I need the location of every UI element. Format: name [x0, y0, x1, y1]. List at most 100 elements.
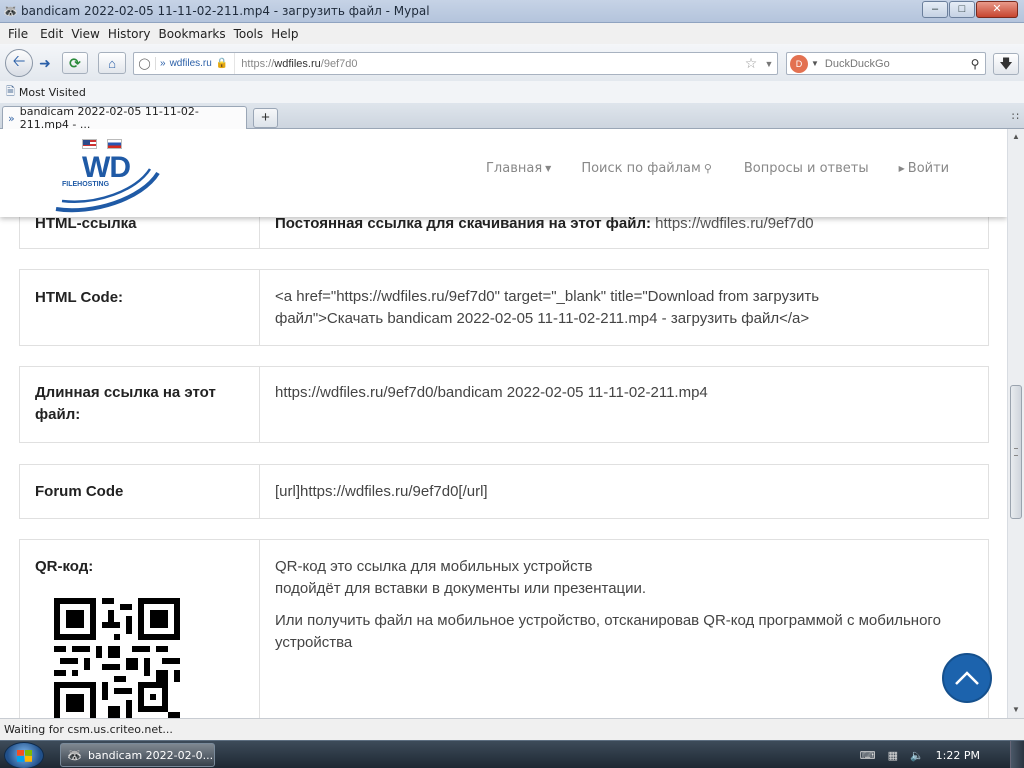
chevron-up-icon	[955, 671, 979, 685]
network-icon[interactable]: ▦	[888, 749, 898, 762]
site-logo[interactable]: WD FILEHOSTING	[52, 151, 160, 215]
show-desktop-button[interactable]	[1010, 741, 1024, 768]
minimize-button[interactable]: –	[922, 1, 948, 18]
lock-icon: 🔒	[215, 58, 229, 69]
home-button[interactable]: ⌂	[98, 52, 126, 74]
qr-text-line3: Или получить файл на мобильное устройств…	[275, 612, 941, 651]
clock[interactable]: 1:22 PM	[936, 749, 980, 762]
qr-label-cell: QR-код:	[20, 540, 260, 718]
qr-text-line1: QR-код это ссылка для мобильных устройст…	[275, 558, 593, 575]
nav-search-files[interactable]: Поиск по файлам ⚲	[581, 161, 712, 176]
reload-button[interactable]: ⟳	[62, 52, 88, 74]
taskbar: 🦝 bandicam 2022-02-0... ⌨ ▦ 🔈 1:22 PM	[0, 740, 1024, 768]
search-icon: ⚲	[703, 162, 712, 175]
nav-home[interactable]: Главная ▼	[486, 161, 551, 176]
scroll-down-icon[interactable]: ▼	[1008, 702, 1024, 718]
search-icon[interactable]: ⚲	[965, 57, 985, 71]
tab-strip: » bandicam 2022-02-05 11-11-02-211.mp4 -…	[0, 103, 1024, 131]
start-button[interactable]	[4, 742, 44, 768]
search-bar[interactable]: D ▼ DuckDuckGo ⚲	[786, 52, 986, 75]
menu-help[interactable]: Help	[267, 27, 302, 41]
nav-login[interactable]: ▶ Войти	[899, 161, 950, 176]
forum-code-value[interactable]: [url]https://wdfiles.ru/9ef7d0[/url]	[260, 465, 988, 518]
back-button[interactable]: 🡠	[5, 49, 33, 77]
menu-history[interactable]: History	[104, 27, 155, 41]
reload-icon: ⟳	[69, 54, 81, 71]
download-button[interactable]: 🡇	[993, 53, 1019, 75]
table-row-forum-code: Forum Code [url]https://wdfiles.ru/9ef7d…	[19, 464, 989, 519]
home-icon: ⌂	[108, 55, 116, 71]
scrollbar-thumb[interactable]	[1010, 385, 1022, 519]
permalink-caption: Постоянная ссылка для скачивания на этот…	[275, 215, 651, 232]
table-row-qr: QR-код: QR-код это ссылка для мобильных …	[19, 539, 989, 718]
url-text[interactable]: https:// wdfiles.ru /9ef7d0	[234, 53, 741, 74]
mypal-app-icon: 🦝	[3, 4, 18, 18]
permalink-url[interactable]: https://wdfiles.ru/9ef7d0	[651, 215, 813, 232]
site-name: wdfiles.ru	[169, 58, 212, 69]
duckduckgo-icon[interactable]: D	[790, 54, 808, 73]
site-favicon-icon: »	[160, 58, 166, 69]
close-window-button[interactable]: ✕	[976, 1, 1018, 18]
url-bar[interactable]: ◯ » wdfiles.ru 🔒 https:// wdfiles.ru /9e…	[133, 52, 778, 75]
url-host: wdfiles.ru	[274, 57, 321, 70]
bookmark-star-icon[interactable]: ☆	[741, 55, 761, 72]
status-bar: Waiting for csm.us.criteo.net...	[0, 718, 1024, 740]
forward-button[interactable]: ➜	[34, 53, 56, 73]
row-label: Длинная ссылка на этот файл:	[20, 367, 260, 442]
url-dropdown-icon[interactable]: ▼	[761, 59, 777, 69]
system-tray: ⌨ ▦ 🔈 1:22 PM	[860, 741, 1024, 768]
back-to-top-button[interactable]	[942, 653, 992, 703]
menu-tools[interactable]: Tools	[230, 27, 268, 41]
window-titlebar: 🦝 bandicam 2022-02-05 11-11-02-211.mp4 -…	[0, 0, 1024, 23]
taskbar-item-browser[interactable]: 🦝 bandicam 2022-02-0...	[60, 743, 215, 767]
flag-en-icon[interactable]	[82, 139, 97, 149]
site-identity-icon[interactable]: ◯	[134, 57, 156, 70]
menu-edit[interactable]: Edit	[36, 27, 67, 41]
list-all-tabs-icon[interactable]: ∷	[1012, 110, 1019, 123]
maximize-button[interactable]: □	[949, 1, 975, 18]
qr-text-line2: подойдёт для вставки в документы или пре…	[275, 580, 647, 597]
nav-faq-label: Вопросы и ответы	[743, 161, 869, 176]
nav-faq[interactable]: Вопросы и ответы	[744, 161, 869, 176]
nav-login-label: Войти	[907, 161, 950, 176]
bookmark-most-visited[interactable]: Most Visited	[19, 86, 86, 99]
keyboard-icon[interactable]: ⌨	[860, 749, 876, 762]
tab-favicon-icon: »	[8, 111, 15, 125]
nav-search-label: Поиск по файлам	[581, 161, 701, 176]
logo-subtext: FILEHOSTING	[62, 181, 110, 188]
page-content: WD FILEHOSTING Главная ▼ Поиск по файлам…	[0, 129, 1007, 718]
url-path: /9ef7d0	[320, 57, 358, 70]
menu-bookmarks[interactable]: Bookmarks	[155, 27, 230, 41]
status-text: Waiting for csm.us.criteo.net...	[4, 723, 173, 736]
new-tab-button[interactable]: +	[253, 108, 278, 128]
menu-view[interactable]: View	[67, 27, 103, 41]
language-switcher	[82, 139, 122, 149]
url-prefix: https://	[241, 57, 275, 70]
caret-down-icon: ▼	[545, 164, 552, 173]
back-arrow-icon: 🡠	[12, 52, 26, 70]
nav-home-label: Главная	[486, 161, 543, 176]
plus-icon: +	[261, 109, 270, 126]
scroll-up-icon[interactable]: ▲	[1008, 129, 1024, 145]
tab-active[interactable]: » bandicam 2022-02-05 11-11-02-211.mp4 -…	[2, 105, 247, 131]
bookmarks-toolbar: 🗎 Most Visited	[0, 81, 1024, 103]
row-label: Forum Code	[20, 465, 260, 518]
vertical-scrollbar[interactable]: ▲ ▼	[1007, 129, 1024, 718]
long-link-value[interactable]: https://wdfiles.ru/9ef7d0/bandicam 2022-…	[260, 367, 988, 442]
window-title: bandicam 2022-02-05 11-11-02-211.mp4 - з…	[21, 4, 430, 18]
qr-code-icon	[54, 598, 180, 718]
menu-file[interactable]: File	[4, 27, 32, 41]
folder-icon: 🗎	[6, 84, 15, 98]
volume-icon[interactable]: 🔈	[910, 749, 924, 762]
forward-arrow-icon: ➜	[39, 54, 51, 71]
site-identity-label[interactable]: » wdfiles.ru 🔒	[156, 58, 234, 69]
table-row-long-link: Длинная ссылка на этот файл: https://wdf…	[19, 366, 989, 443]
html-code-value[interactable]: <a href="https://wdfiles.ru/9ef7d0" targ…	[260, 270, 988, 345]
taskbar-item-label: bandicam 2022-02-0...	[87, 748, 214, 762]
search-engine-dropdown-icon[interactable]: ▼	[811, 59, 819, 68]
row-label: QR-код:	[35, 558, 94, 575]
navigation-toolbar: 🡠 ➜ ⟳ ⌂ ◯ » wdfiles.ru 🔒 https:// wdfile…	[0, 44, 1024, 81]
download-icon: 🡇	[999, 56, 1013, 71]
search-input[interactable]: DuckDuckGo	[825, 58, 965, 70]
flag-ru-icon[interactable]	[107, 139, 122, 149]
